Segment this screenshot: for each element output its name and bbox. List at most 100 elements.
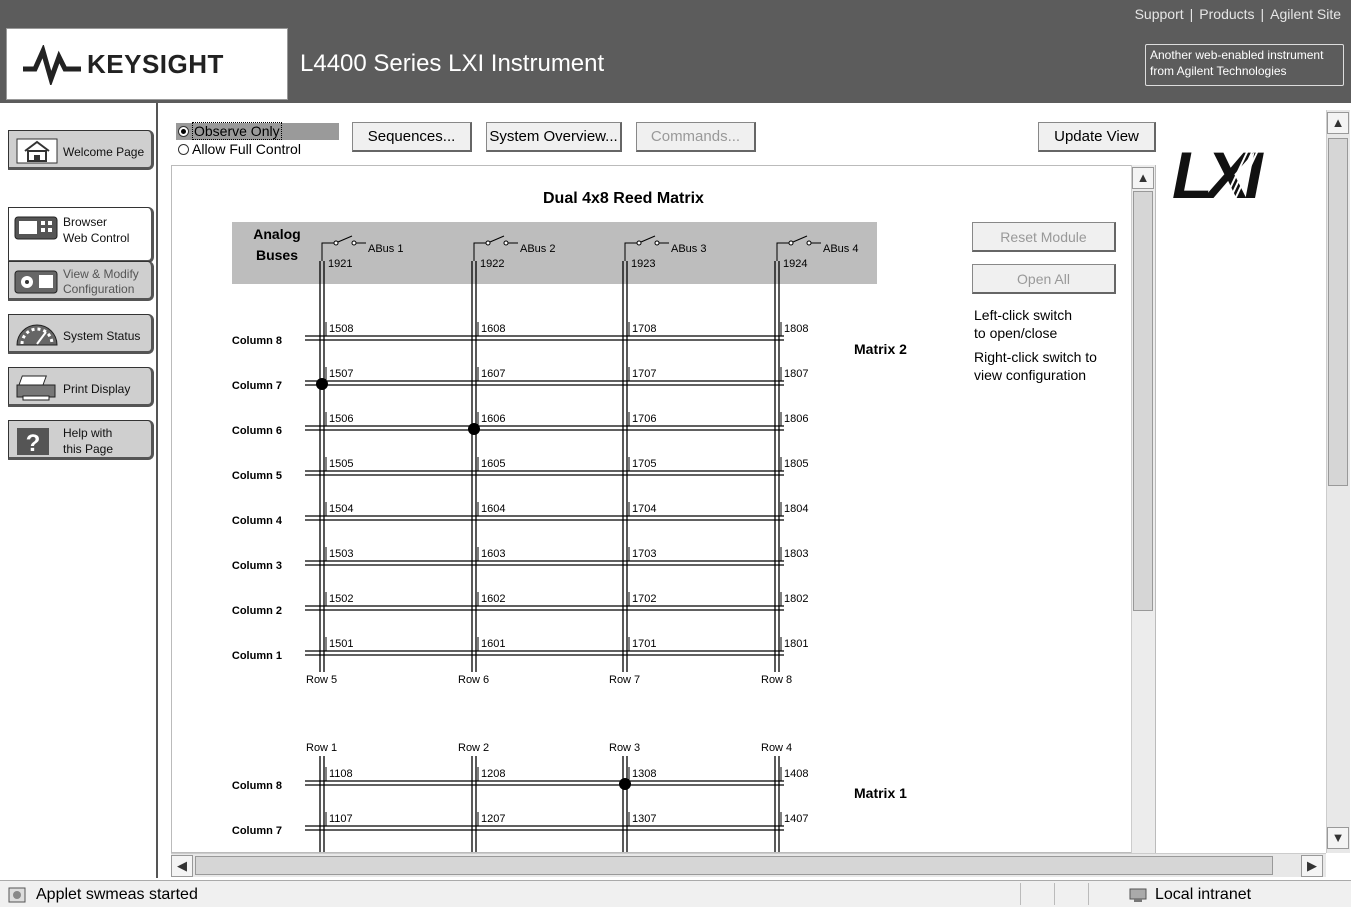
abus-switch-contact[interactable] (654, 240, 660, 246)
relay-number: 1704 (632, 503, 656, 515)
relay-number: 1208 (481, 768, 505, 780)
abus-switch-contact[interactable] (806, 240, 812, 246)
abus-relay-number: 1921 (328, 258, 352, 270)
scroll-left-icon[interactable]: ◀ (171, 855, 193, 877)
top-links: Support | Products | Agilent Site (1134, 6, 1341, 22)
relay-number: 1607 (481, 368, 505, 380)
help-icon: ? (17, 428, 49, 455)
nav-label: System Status (63, 329, 141, 343)
relay-number: 1804 (784, 503, 808, 515)
status-divider (1020, 883, 1021, 905)
nav-welcome-page[interactable]: Welcome Page (8, 130, 154, 170)
abus-label: ABus 1 (368, 243, 403, 255)
house-icon (16, 138, 58, 164)
scroll-up-icon[interactable]: ▲ (1327, 112, 1349, 134)
keysight-wave-icon (23, 45, 81, 85)
abus-relay-number: 1922 (480, 258, 504, 270)
scroll-thumb[interactable] (1328, 138, 1348, 486)
closed-relay-dot[interactable] (468, 423, 480, 435)
commands-button[interactable]: Commands... (636, 122, 756, 152)
abus-switch-contact[interactable] (503, 240, 509, 246)
relay-number: 1501 (329, 638, 353, 650)
status-divider (1054, 883, 1055, 905)
gauge-icon (16, 324, 58, 346)
relay-number: 1307 (632, 813, 656, 825)
nav-view-modify-configuration[interactable]: View & Modify Configuration (8, 261, 154, 301)
relay-number: 1207 (481, 813, 505, 825)
nav-help-this-page[interactable]: ? Help with this Page (8, 420, 154, 460)
configuration-icon (14, 270, 58, 294)
scroll-down-icon[interactable]: ▼ (1327, 827, 1349, 849)
hint-line: Right-click switch to (974, 349, 1097, 365)
relay-number: 1606 (481, 413, 505, 425)
column-label: Column 8 (232, 780, 282, 792)
products-link[interactable]: Products (1199, 6, 1254, 22)
nav-browser-web-control[interactable]: Browser Web Control (8, 207, 154, 263)
column-label: Column 1 (232, 650, 282, 662)
scroll-thumb[interactable] (195, 856, 1273, 875)
column-label: Column 7 (232, 825, 282, 837)
nav-label-line2: this Page (63, 442, 114, 456)
abus-switch-contact[interactable] (788, 240, 794, 246)
closed-relay-dot[interactable] (619, 778, 631, 790)
abus-relay-number: 1924 (783, 258, 807, 270)
sequences-button[interactable]: Sequences... (352, 122, 472, 152)
matrix-1-label: Matrix 1 (854, 785, 907, 801)
hint-line: to open/close (974, 325, 1058, 341)
relay-number: 1308 (632, 768, 656, 780)
row-label: Row 6 (458, 674, 489, 686)
status-bar: Applet swmeas started Local intranet (0, 880, 1351, 907)
relay-number: 1803 (784, 548, 808, 560)
lxi-logo-text: LXI (1172, 138, 1264, 212)
keysight-logo: KEYSIGHT (6, 28, 288, 100)
relay-number: 1801 (784, 638, 808, 650)
abus-switch-contact[interactable] (351, 240, 357, 246)
relay-number: 1703 (632, 548, 656, 560)
column-label: Column 5 (232, 470, 282, 482)
frame-vertical-scrollbar[interactable]: ▲ (1131, 165, 1155, 853)
relay-number: 1707 (632, 368, 656, 380)
relay-number: 1806 (784, 413, 808, 425)
update-view-button[interactable]: Update View (1038, 122, 1156, 152)
intranet-icon (1128, 887, 1150, 903)
tagline-line-2: from Agilent Technologies (1150, 64, 1287, 78)
nav-label: Print Display (63, 382, 131, 396)
relay-number: 1708 (632, 323, 656, 335)
support-link[interactable]: Support (1135, 6, 1184, 22)
column-label: Column 7 (232, 380, 282, 392)
closed-relay-dot[interactable] (316, 378, 328, 390)
system-overview-button[interactable]: System Overview... (486, 122, 622, 152)
horizontal-scrollbar[interactable]: ◀ ▶ (171, 853, 1326, 877)
nav-system-status[interactable]: System Status (8, 314, 154, 354)
allow-full-control-radio[interactable]: Allow Full Control (178, 141, 301, 157)
hint-line: view configuration (974, 367, 1087, 383)
observe-only-radio[interactable]: Observe Only (178, 122, 282, 140)
relay-number: 1701 (632, 638, 656, 650)
scroll-right-icon[interactable]: ▶ (1301, 855, 1323, 877)
hint-left-click: Left-click switch to open/close (974, 306, 1072, 342)
relay-number: 1107 (329, 813, 353, 825)
relay-number: 1504 (329, 503, 353, 515)
brand-name: KEYSIGHT (87, 49, 224, 79)
scroll-up-icon[interactable]: ▲ (1132, 167, 1154, 189)
sidebar: Welcome Page Browser Web Control View & … (0, 103, 158, 878)
relay-number: 1505 (329, 458, 353, 470)
row-label: Row 3 (609, 742, 640, 754)
relay-number: 1508 (329, 323, 353, 335)
abus-switch-contact[interactable] (636, 240, 642, 246)
open-all-button[interactable]: Open All (972, 264, 1116, 294)
relay-number: 1108 (329, 768, 353, 780)
reset-module-button[interactable]: Reset Module (972, 222, 1116, 252)
page-vertical-scrollbar[interactable]: ▲ ▼ (1326, 110, 1350, 853)
agilent-tagline: Another web-enabled instrument from Agil… (1145, 44, 1344, 86)
agilent-site-link[interactable]: Agilent Site (1270, 6, 1341, 22)
relay-number: 1608 (481, 323, 505, 335)
nav-print-display[interactable]: Print Display (8, 367, 154, 407)
abus-switch-contact[interactable] (333, 240, 339, 246)
tagline-line-1: Another web-enabled instrument (1150, 48, 1324, 62)
column-label: Column 6 (232, 425, 282, 437)
abus-switch-contact[interactable] (485, 240, 491, 246)
radio-dot-icon (178, 126, 189, 137)
scroll-thumb[interactable] (1133, 191, 1153, 611)
row-label: Row 2 (458, 742, 489, 754)
